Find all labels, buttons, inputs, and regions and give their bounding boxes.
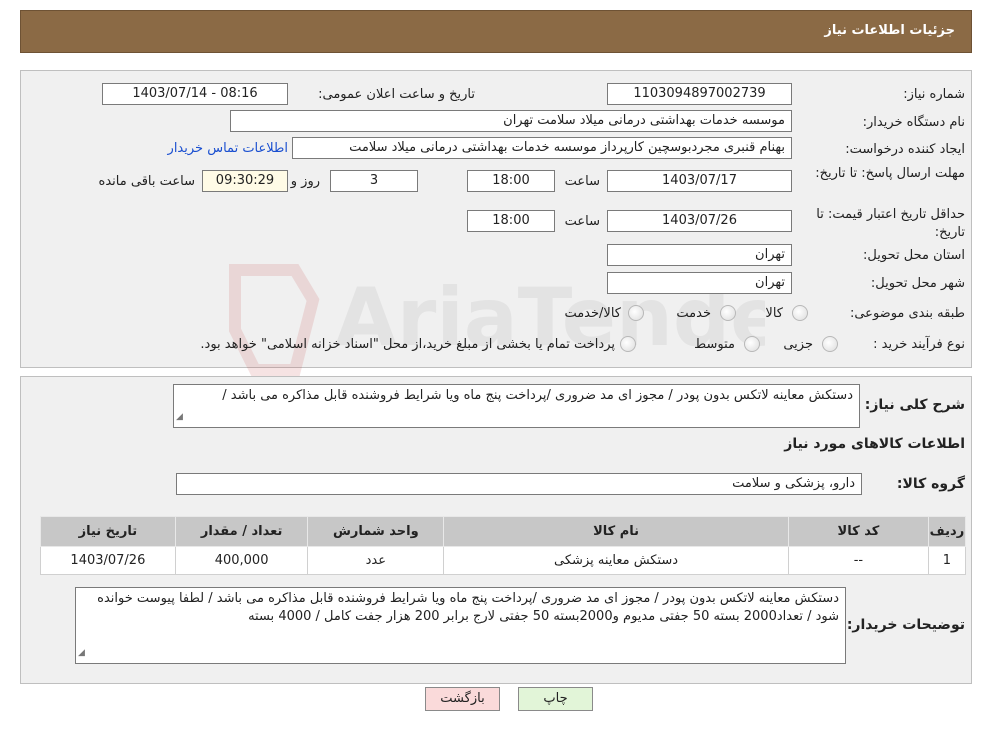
resize-grip-icon[interactable]: ◢ — [78, 644, 85, 662]
deadline-label: مهلت ارسال پاسخ: تا تاریخ: — [815, 166, 965, 181]
process-radio-minor[interactable] — [822, 336, 838, 352]
category-option-goods: کالا — [765, 306, 783, 321]
buyer-org-label: نام دستگاه خریدار: — [862, 115, 965, 130]
validity-time-field: 18:00 — [467, 210, 555, 232]
category-option-both: کالا/خدمت — [564, 306, 621, 321]
creator-label: ایجاد کننده درخواست: — [845, 142, 965, 157]
items-table: ردیف کد کالا نام کالا واحد شمارش تعداد /… — [40, 516, 967, 575]
validity-date-field: 1403/07/26 — [607, 210, 792, 232]
table-header-row: ردیف کد کالا نام کالا واحد شمارش تعداد /… — [40, 516, 967, 547]
print-button[interactable]: چاپ — [518, 687, 593, 711]
category-radio-service[interactable] — [720, 305, 736, 321]
need-number-label: شماره نیاز: — [903, 87, 965, 102]
cell-unit: عدد — [307, 546, 445, 575]
remaining-label: ساعت باقی مانده — [98, 174, 195, 189]
category-option-service: خدمت — [676, 306, 711, 321]
resize-grip-icon[interactable]: ◢ — [176, 408, 183, 426]
announce-label: تاریخ و ساعت اعلان عمومی: — [318, 87, 475, 102]
deadline-time-field: 18:00 — [467, 170, 555, 192]
validity-time-label: ساعت — [564, 214, 600, 229]
page-title: جزئیات اطلاعات نیاز — [824, 23, 955, 38]
category-label: طبقه بندی موضوعی: — [849, 306, 965, 321]
province-label: استان محل تحویل: — [863, 248, 965, 263]
days-field: 3 — [330, 170, 418, 192]
group-field: دارو، پزشکی و سلامت — [176, 473, 862, 495]
process-option-minor: جزیی — [783, 337, 813, 352]
contact-info-link[interactable]: اطلاعات تماس خریدار — [168, 141, 288, 156]
cell-need-date: 1403/07/26 — [40, 546, 176, 575]
col-header-code: کد کالا — [787, 516, 929, 547]
cell-name: دستکش معاینه پزشکی — [443, 546, 789, 575]
table-row: 1 -- دستکش معاینه پزشکی عدد 400,000 1403… — [40, 546, 967, 575]
category-radio-goods[interactable] — [792, 305, 808, 321]
summary-label: شرح کلی نیاز: — [864, 397, 965, 413]
items-title: اطلاعات کالاهای مورد نیاز — [784, 436, 965, 452]
category-radio-both[interactable] — [628, 305, 644, 321]
process-radio-medium[interactable] — [744, 336, 760, 352]
buyer-org-field: موسسه خدمات بهداشتی درمانی میلاد سلامت ت… — [230, 110, 792, 132]
cell-quantity: 400,000 — [174, 546, 309, 575]
announce-field: 1403/07/14 - 08:16 — [102, 83, 288, 105]
deadline-time-label: ساعت — [564, 174, 600, 189]
province-field: تهران — [607, 244, 792, 266]
summary-text: دستکش معاینه لاتکس بدون پودر / مجوز ای م… — [222, 388, 853, 403]
validity-label: حداقل تاریخ اعتبار قیمت: تا تاریخ: — [816, 207, 965, 240]
col-header-quantity: تعداد / مقدار — [174, 516, 309, 547]
page-header: جزئیات اطلاعات نیاز — [20, 10, 972, 53]
deadline-date-field: 1403/07/17 — [607, 170, 792, 192]
back-button[interactable]: بازگشت — [425, 687, 500, 711]
cell-row-number: 1 — [927, 546, 967, 575]
city-label: شهر محل تحویل: — [870, 276, 965, 291]
col-header-need-date: تاریخ نیاز — [40, 516, 176, 547]
payment-checkbox[interactable] — [620, 336, 636, 352]
days-label: روز و — [290, 174, 320, 189]
col-header-row-number: ردیف — [927, 516, 967, 547]
notes-text: دستکش معاینه لاتکس بدون پودر / مجوز ای م… — [97, 591, 839, 624]
process-label: نوع فرآیند خرید : — [873, 337, 965, 352]
group-label: گروه کالا: — [896, 476, 965, 492]
notes-label: توضیحات خریدار: — [846, 617, 965, 633]
city-field: تهران — [607, 272, 792, 294]
process-option-medium: متوسط — [694, 337, 735, 352]
payment-note: پرداخت تمام یا بخشی از مبلغ خرید،از محل … — [200, 337, 615, 352]
creator-field: بهنام قنبری مجردبوسچین کارپرداز موسسه خد… — [292, 137, 792, 159]
notes-textarea[interactable]: دستکش معاینه لاتکس بدون پودر / مجوز ای م… — [75, 587, 846, 664]
summary-textarea[interactable]: دستکش معاینه لاتکس بدون پودر / مجوز ای م… — [173, 384, 860, 428]
cell-code: -- — [787, 546, 929, 575]
col-header-unit: واحد شمارش — [307, 516, 445, 547]
remaining-time-field: 09:30:29 — [202, 170, 288, 192]
need-number-field: 1103094897002739 — [607, 83, 792, 105]
col-header-name: نام کالا — [443, 516, 789, 547]
